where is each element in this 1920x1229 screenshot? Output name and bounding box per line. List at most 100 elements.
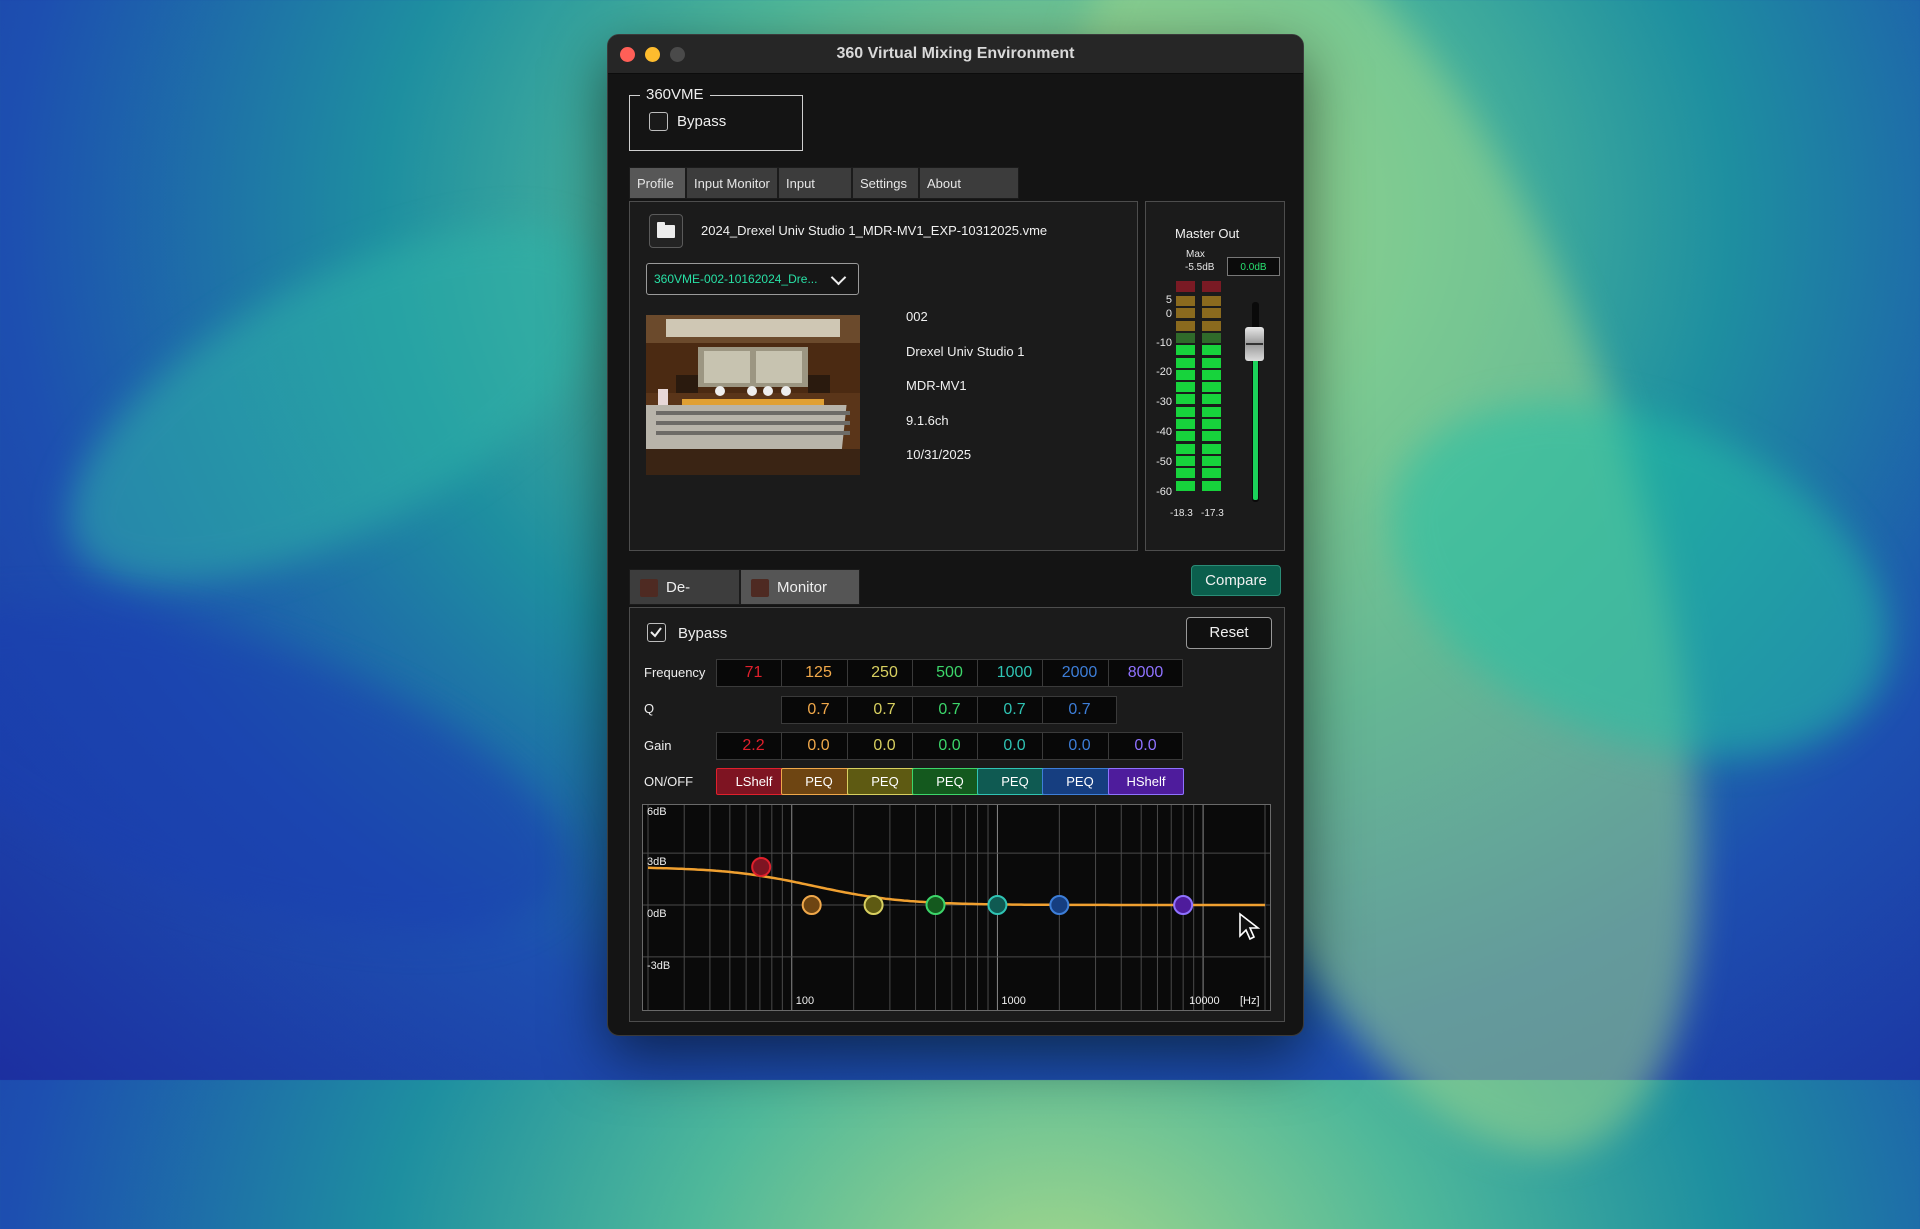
tab-settings[interactable]: Settings: [852, 167, 919, 199]
profile-id: 002: [906, 309, 928, 324]
meter-segment: [1176, 296, 1195, 306]
meter-segment: [1176, 394, 1195, 405]
title-bar[interactable]: 360 Virtual Mixing Environment: [608, 35, 1303, 74]
frequency-row-label: Frequency: [644, 665, 706, 680]
meter-segment: [1176, 332, 1195, 343]
band-toggle-6[interactable]: PEQ: [1042, 768, 1118, 795]
frequency-field-2[interactable]: 125: [781, 659, 856, 687]
x-axis-label: 1000: [1001, 995, 1025, 1007]
meter-segment: [1176, 382, 1195, 393]
profile-room: Drexel Univ Studio 1: [906, 344, 1025, 359]
frequency-field-3[interactable]: 250: [847, 659, 922, 687]
master-out-panel: Master Out Max -5.5dB 0.0dB 5 0 -10 -20 …: [1145, 201, 1285, 551]
app-window: 360 Virtual Mixing Environment 360VME By…: [607, 34, 1304, 1036]
frequency-field-6[interactable]: 2000: [1042, 659, 1117, 687]
frequency-field-5[interactable]: 1000: [977, 659, 1052, 687]
meter-segment: [1202, 332, 1221, 343]
studio-photo: [646, 315, 860, 475]
band-node-3[interactable]: [863, 895, 884, 915]
q-field-2[interactable]: 0.7: [781, 696, 856, 724]
meter-scale-label: 0: [1165, 308, 1172, 320]
band-node-4[interactable]: [925, 895, 946, 915]
tab-input-monitor[interactable]: Input Monitor: [686, 167, 778, 199]
de-reverb-toggle-swatch[interactable]: [640, 579, 658, 597]
frequency-field-4[interactable]: 500: [912, 659, 987, 687]
reset-button[interactable]: Reset: [1186, 617, 1272, 649]
meter-segment: [1202, 369, 1221, 380]
band-node-7[interactable]: [1173, 895, 1194, 915]
meter-scale-label: -30: [1156, 396, 1172, 408]
x-axis-label: [Hz]: [1240, 995, 1260, 1007]
profile-panel: 2024_Drexel Univ Studio 1_MDR-MV1_EXP-10…: [629, 201, 1138, 551]
master-fader-knob[interactable]: [1245, 327, 1264, 361]
max-label: Max: [1186, 249, 1205, 260]
band-node-5[interactable]: [987, 895, 1008, 915]
tab-about[interactable]: About 360VME: [919, 167, 1019, 223]
profile-select[interactable]: 360VME-002-10162024_Dre...: [646, 263, 859, 295]
monitor-eq-toggle-swatch[interactable]: [751, 579, 769, 597]
band-node-6[interactable]: [1049, 895, 1070, 915]
x-axis-label: 100: [796, 995, 814, 1007]
onoff-row-label: ON/OFF: [644, 774, 694, 789]
meter-scale-label: -40: [1156, 426, 1172, 438]
eq-response-curve: [647, 866, 1265, 907]
eq-bypass-checkbox[interactable]: [647, 623, 666, 642]
q-field-5[interactable]: 0.7: [977, 696, 1052, 724]
global-bypass-label[interactable]: Bypass: [677, 113, 726, 130]
eq-bypass-label[interactable]: Bypass: [678, 625, 727, 642]
meter-segment: [1176, 480, 1195, 491]
meter-segment: [1176, 431, 1195, 442]
gain-field-6[interactable]: 0.0: [1042, 732, 1117, 760]
meter-segment: [1202, 431, 1221, 442]
band-toggle-2[interactable]: PEQ: [781, 768, 857, 795]
gain-field-4[interactable]: 0.0: [912, 732, 987, 760]
eq-graph-canvas[interactable]: 6dB 3dB 0dB -3dB 100 1000 10000 [Hz]: [643, 805, 1270, 1010]
compare-button[interactable]: Compare: [1191, 565, 1281, 596]
wallpaper-band: [0, 538, 604, 1002]
open-folder-button[interactable]: [649, 214, 683, 248]
gain-field-5[interactable]: 0.0: [977, 732, 1052, 760]
meter-segment: [1176, 320, 1195, 331]
meter-segment: [1176, 455, 1195, 466]
meter-segment: [1202, 345, 1221, 356]
peak-indicator-right: [1202, 281, 1221, 292]
q-field-3[interactable]: 0.7: [847, 696, 922, 724]
band-node-1[interactable]: [751, 856, 772, 877]
profile-date: 10/31/2025: [906, 447, 972, 462]
gain-field-3[interactable]: 0.0: [847, 732, 922, 760]
q-field-4[interactable]: 0.7: [912, 696, 987, 724]
window-title: 360 Virtual Mixing Environment: [836, 45, 1075, 62]
vme-group: 360VME Bypass: [629, 86, 803, 151]
band-node-2[interactable]: [801, 895, 822, 915]
x-axis-label: 10000: [1189, 995, 1220, 1007]
meter-segment: [1202, 296, 1221, 306]
gain-field-1[interactable]: 2.2: [716, 732, 791, 760]
meter-segment: [1202, 419, 1221, 429]
meter-segment: [1176, 443, 1195, 454]
tab-input-level[interactable]: Input Level: [778, 167, 852, 223]
tab-monitor-eq[interactable]: Monitor EQ: [740, 569, 860, 632]
meter-segment: [1176, 419, 1195, 429]
fader-db-readout[interactable]: 0.0dB: [1227, 257, 1280, 276]
gain-field-7[interactable]: 0.0: [1108, 732, 1183, 760]
meter-segment: [1202, 320, 1221, 331]
gain-field-2[interactable]: 0.0: [781, 732, 856, 760]
meter-segment: [1202, 406, 1221, 417]
level-meter-right: [1202, 296, 1221, 496]
global-bypass-checkbox[interactable]: [649, 112, 668, 131]
peak-indicator-left: [1176, 281, 1195, 292]
profile-channels: 9.1.6ch: [906, 413, 949, 428]
meter-segment: [1176, 369, 1195, 380]
q-field-6[interactable]: 0.7: [1042, 696, 1117, 724]
master-out-title: Master Out: [1175, 226, 1240, 241]
y-axis-label: 0dB: [647, 908, 667, 920]
eq-response-graph[interactable]: 6dB 3dB 0dB -3dB 100 1000 10000 [Hz]: [642, 804, 1271, 1011]
level-meter-left: [1176, 296, 1195, 496]
tab-profile[interactable]: Profile: [629, 167, 686, 199]
meter-segment: [1202, 455, 1221, 466]
tab-de-reverb[interactable]: De-reverb: [629, 569, 740, 632]
frequency-field-1[interactable]: 71: [716, 659, 791, 687]
frequency-field-7[interactable]: 8000: [1108, 659, 1183, 687]
band-toggle-7[interactable]: HShelf: [1108, 768, 1184, 795]
meter-segment: [1176, 406, 1195, 417]
